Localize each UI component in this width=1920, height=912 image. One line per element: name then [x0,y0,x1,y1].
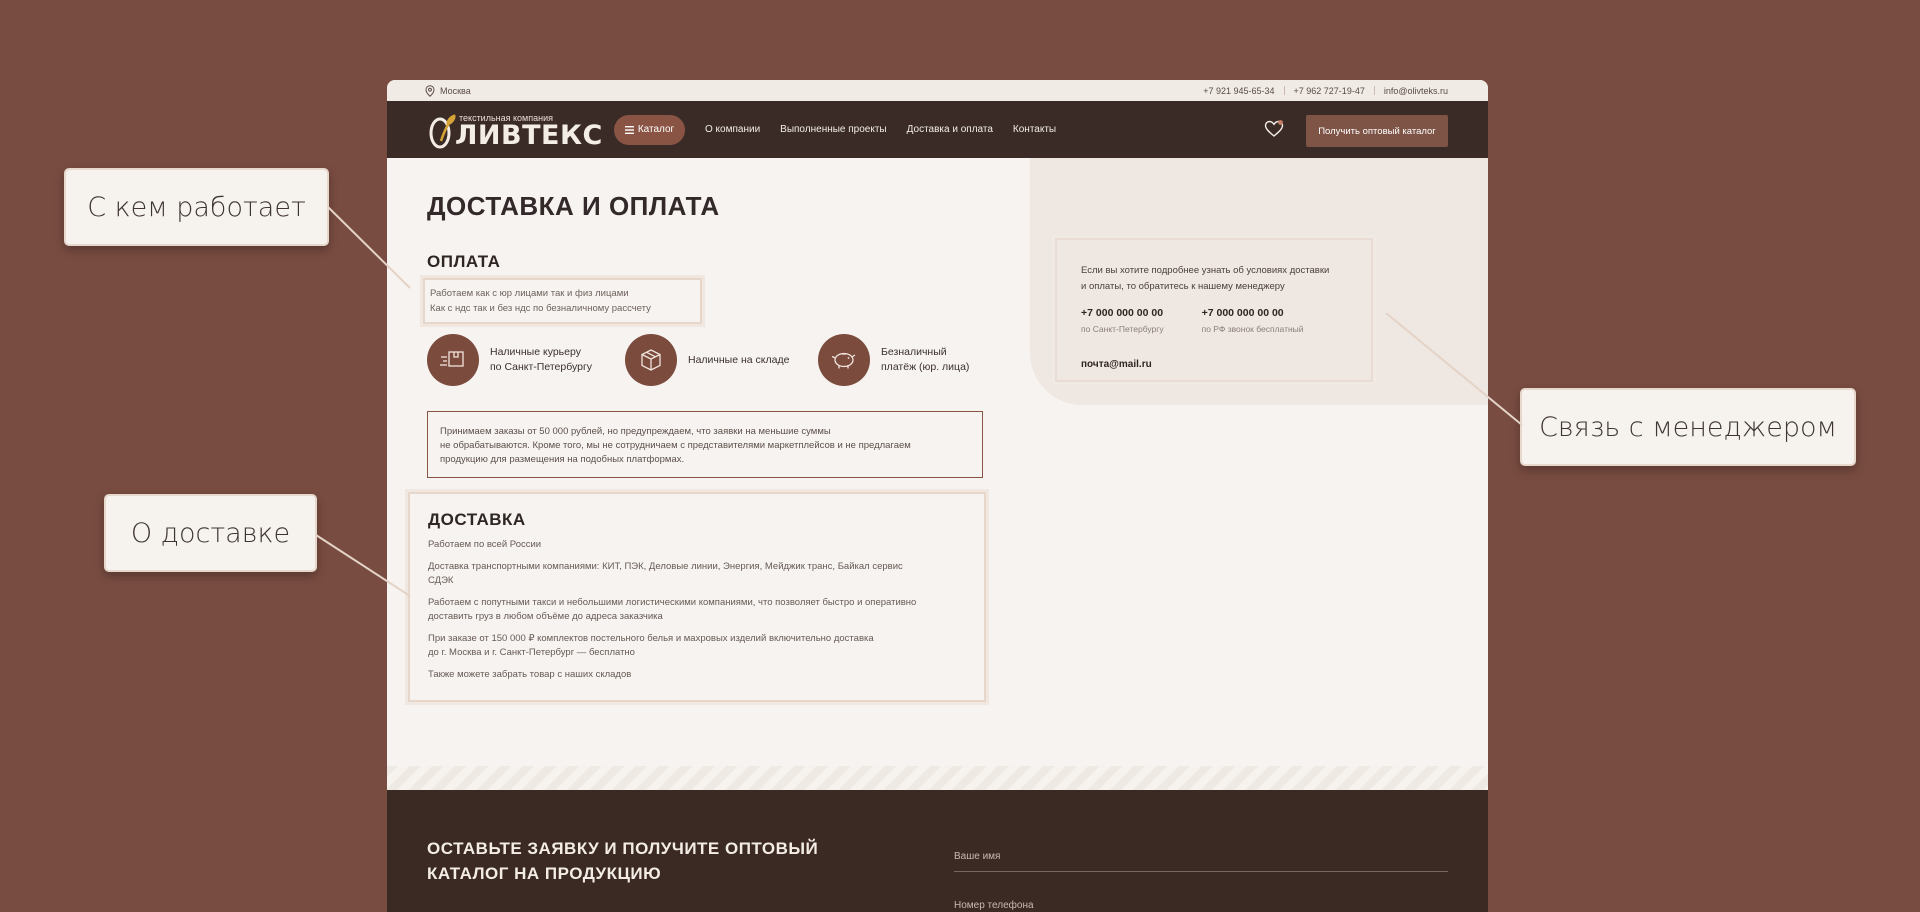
name-input[interactable]: Ваше имя [954,851,1448,862]
divider [1373,86,1375,95]
package-icon [625,334,677,386]
catalog-button-label: Каталог [637,124,675,135]
page-title: ДОСТАВКА И ОПЛАТА [427,191,720,221]
manager-phone-rf[interactable]: +7 000 000 00 00 по РФ звонок бесплатный [1202,307,1304,334]
phone-number: +7 000 000 00 00 [1201,307,1284,319]
payment-method-label: платёж (юр. лица) [881,361,970,373]
request-form-section: ОСТАВЬТЕ ЗАЯВКУ И ПОЛУЧИТЕ ОПТОВЫЙ КАТАЛ… [387,790,1488,912]
payment-method-label: Безналичный [881,346,947,358]
payment-method-label: Наличные на складе [688,353,790,366]
manager-phone-spb[interactable]: +7 000 000 00 00 по Санкт-Петербургу [1081,307,1164,334]
courier-box-icon [427,334,479,386]
top-bar: Москва +7 921 945-65-34 +7 962 727-19-47… [387,80,1488,101]
payment-heading: ОПЛАТА [427,252,501,271]
catalog-button[interactable]: Каталог [614,114,685,145]
minimum-order-notice: Принимаем заказы от 50 000 рублей, но пр… [427,411,983,478]
delivery-heading: ДОСТАВКА [428,510,526,529]
phone-link-1[interactable]: +7 921 945-65-34 [1203,86,1274,96]
city-label[interactable]: Москва [440,86,471,96]
nav-item-contacts[interactable]: Контакты [1013,124,1056,135]
location-pin-icon [425,84,435,97]
hamburger-icon [624,125,634,134]
manager-text-line: и оплаты, то обратитесь к нашему менедже… [1081,281,1285,292]
manager-contact-box: Если вы хотите подробнее узнать об услов… [1055,238,1373,382]
nav-item-about[interactable]: О компании [705,124,760,135]
delivery-paragraph: При заказе от 150 000 ₽ комплектов посте… [428,633,874,658]
favorites-heart-icon[interactable] [1264,120,1284,138]
divider [1283,86,1285,95]
delivery-paragraph: Доставка транспортными компаниями: КИТ, … [428,561,903,586]
request-form-title: ОСТАВЬТЕ ЗАЯВКУ И ПОЛУЧИТЕ ОПТОВЫЙ КАТАЛ… [427,836,818,886]
phone-caption: по РФ звонок бесплатный [1201,324,1304,334]
phone-link-2[interactable]: +7 962 727-19-47 [1294,86,1365,96]
annotation-manager: Связь с менеджером [1520,388,1856,466]
payment-method-warehouse: Наличные на складе [625,334,789,386]
notice-line: Принимаем заказы от 50 000 рублей, но пр… [440,426,831,437]
phone-input[interactable]: Номер телефона [954,900,1448,911]
decorative-stripe [387,766,1488,790]
logo[interactable]: текстильная компания ЛИВТЕКС [427,110,602,151]
delivery-paragraph: Также можете забрать товар с наших склад… [428,669,632,680]
payment-clients-note: Работаем как с юр лицами так и физ лицам… [423,278,702,324]
logo-wordmark: ЛИВТЕКС [455,119,603,151]
payment-method-courier: Наличные курьеру по Санкт-Петербургу [427,334,592,386]
delivery-paragraph: Работаем по всей России [428,539,542,550]
payment-line: Работаем как с юр лицами так и физ лицам… [430,288,629,299]
payment-line: Как с ндс так и без ндс по безналичному … [430,303,651,314]
piggy-bank-icon [818,334,870,386]
nav-item-projects[interactable]: Выполненные проекты [780,124,886,135]
website: Москва +7 921 945-65-34 +7 962 727-19-47… [387,80,1488,912]
main-header: текстильная компания ЛИВТЕКС Каталог О к… [387,101,1488,158]
email-link[interactable]: info@olivteks.ru [1384,86,1448,96]
name-input-underline [954,871,1448,872]
payment-method-cashless: Безналичный платёж (юр. лица) [818,334,969,386]
phone-caption: по Санкт-Петербургу [1081,324,1164,334]
delivery-paragraph: Работаем с попутными такси и небольшими … [428,597,917,622]
manager-email[interactable]: почта@mail.ru [1081,359,1347,370]
notice-line: продукцию для размещения на подобных пла… [440,454,685,465]
manager-text: Если вы хотите подробнее узнать об услов… [1081,263,1347,295]
nav-item-delivery[interactable]: Доставка и оплата [907,124,993,135]
title-line: КАТАЛОГ НА ПРОДУКЦИЮ [427,864,662,883]
manager-text-line: Если вы хотите подробнее узнать об услов… [1081,265,1330,276]
payment-method-label: по Санкт-Петербургу [490,361,593,373]
manager-phones: +7 000 000 00 00 по Санкт-Петербургу +7 … [1081,307,1347,334]
phone-number: +7 000 000 00 00 [1081,307,1164,319]
main-content: Если вы хотите подробнее узнать об услов… [387,158,1488,790]
olive-leaf-logo-icon [429,113,456,148]
delivery-section: ДОСТАВКА Работаем по всей России Доставк… [408,492,986,702]
notice-line: не обрабатываются. Кроме того, мы не сот… [440,440,911,451]
main-nav: О компании Выполненные проекты Доставка … [705,124,1056,135]
annotation-delivery: О доставке [104,494,317,572]
annotation-who: С кем работает [64,168,329,246]
get-catalog-button[interactable]: Получить оптовый каталог [1306,115,1448,147]
payment-method-label: Наличные курьеру [490,346,581,358]
title-line: ОСТАВЬТЕ ЗАЯВКУ И ПОЛУЧИТЕ ОПТОВЫЙ [427,839,819,858]
